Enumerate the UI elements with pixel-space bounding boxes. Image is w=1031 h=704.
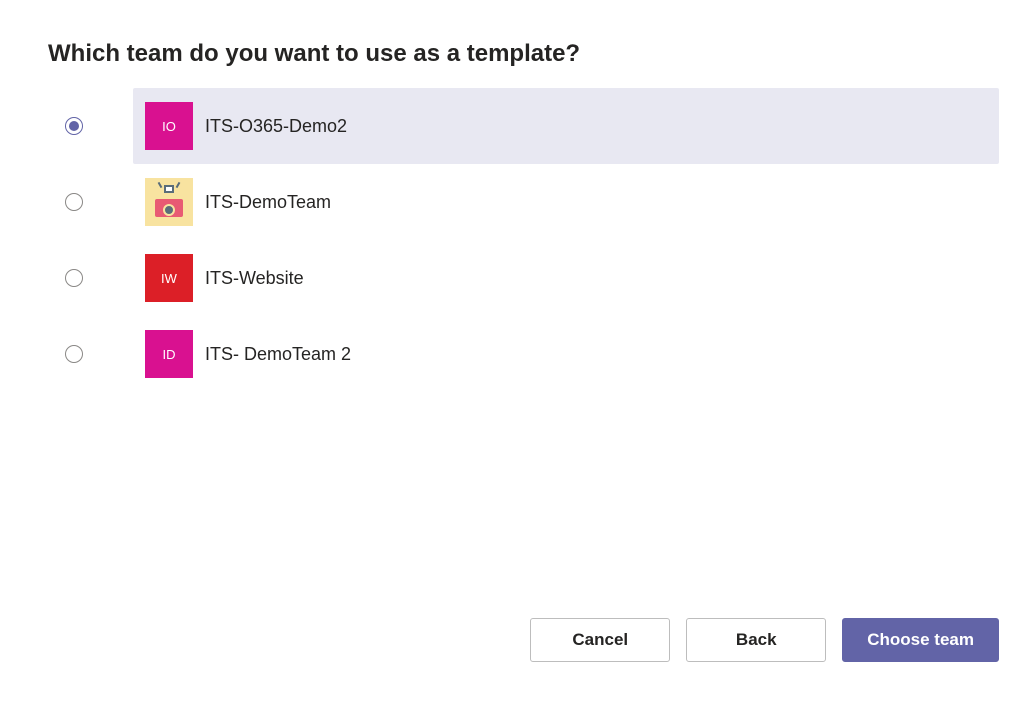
team-row[interactable]: IO ITS-O365-Demo2 [32, 88, 999, 164]
radio-icon[interactable] [65, 269, 83, 287]
team-row-content[interactable]: IO ITS-O365-Demo2 [133, 88, 999, 164]
dialog-title: Which team do you want to use as a templ… [0, 0, 1031, 88]
team-row[interactable]: ID ITS- DemoTeam 2 [32, 316, 999, 392]
team-row[interactable]: IW ITS-Website [32, 240, 999, 316]
footer-buttons: Cancel Back Choose team [530, 618, 999, 662]
team-row-content[interactable]: ITS-DemoTeam [133, 164, 999, 240]
team-list: IO ITS-O365-Demo2 ITS-DemoTeam IW ITS-We… [0, 88, 1031, 392]
radio-icon[interactable] [65, 345, 83, 363]
team-row-content[interactable]: ID ITS- DemoTeam 2 [133, 316, 999, 392]
radio-icon[interactable] [65, 117, 83, 135]
back-button[interactable]: Back [686, 618, 826, 662]
team-avatar: ID [145, 330, 193, 378]
team-name-label: ITS- DemoTeam 2 [205, 344, 351, 365]
cancel-button[interactable]: Cancel [530, 618, 670, 662]
team-name-label: ITS-DemoTeam [205, 192, 331, 213]
radio-wrap [65, 269, 133, 287]
team-name-label: ITS-O365-Demo2 [205, 116, 347, 137]
team-row-content[interactable]: IW ITS-Website [133, 240, 999, 316]
radio-wrap [65, 345, 133, 363]
team-name-label: ITS-Website [205, 268, 304, 289]
radio-wrap [65, 193, 133, 211]
camera-icon [145, 178, 193, 226]
choose-team-button[interactable]: Choose team [842, 618, 999, 662]
team-avatar: IW [145, 254, 193, 302]
radio-wrap [65, 117, 133, 135]
team-avatar: IO [145, 102, 193, 150]
radio-icon[interactable] [65, 193, 83, 211]
team-row[interactable]: ITS-DemoTeam [32, 164, 999, 240]
